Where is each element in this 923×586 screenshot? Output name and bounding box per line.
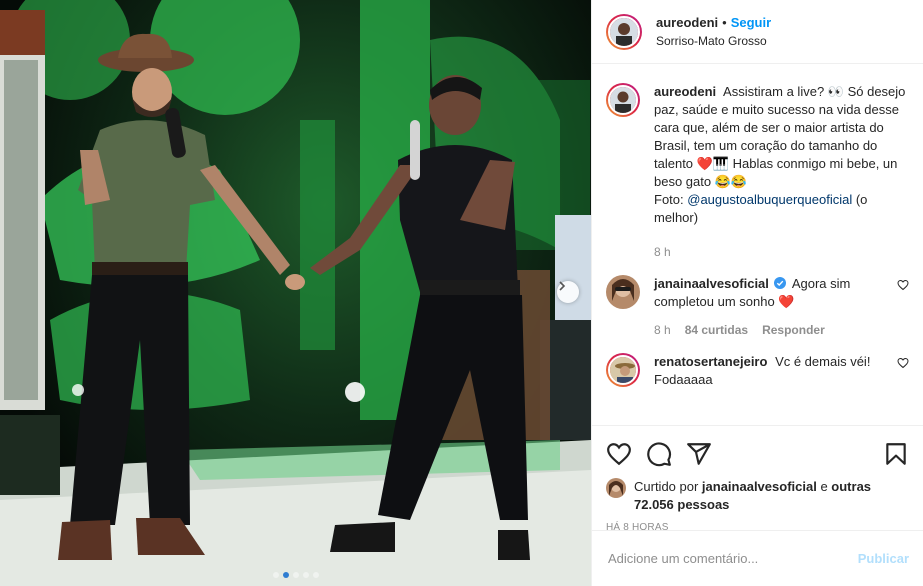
likes-middle: e [816, 479, 832, 494]
liker-avatar[interactable] [606, 478, 626, 498]
comment-likes[interactable]: 84 curtidas [685, 321, 748, 339]
reply-button[interactable]: Responder [762, 321, 825, 339]
caption-avatar[interactable] [606, 83, 640, 117]
verified-badge-icon [773, 277, 786, 289]
carousel-dot [312, 572, 319, 578]
chevron-right-icon [559, 281, 566, 291]
like-heart-icon[interactable] [606, 441, 632, 467]
caption-text: Assistiram a live? 👀 Só desejo paz, saúd… [654, 84, 906, 189]
caption-username[interactable]: aureodeni [654, 84, 716, 99]
comment-like-heart-icon[interactable] [897, 357, 909, 369]
caption-mention-link[interactable]: @augustoalbuquerqueoficial [687, 192, 852, 207]
comment-username[interactable]: renatosertanejeiro [654, 354, 767, 369]
post-actions: Curtido por janainaalvesoficial e outras… [592, 425, 923, 533]
share-paper-plane-icon[interactable] [686, 441, 712, 467]
header-separator: • [722, 14, 727, 30]
comment-avatar[interactable] [606, 353, 640, 387]
carousel-dots [0, 572, 591, 578]
comment-avatar-image [606, 275, 640, 309]
publish-button[interactable]: Publicar [858, 551, 909, 566]
comment-bubble-icon[interactable] [646, 441, 672, 467]
post-location[interactable]: Sorriso-Mato Grosso [656, 32, 771, 50]
comments-list[interactable]: aureodeni Assistiram a live? 👀 Só desejo… [592, 65, 923, 425]
author-avatar-image [610, 17, 638, 46]
post-panel: aureodeni • Seguir Sorriso-Mato Grosso aur… [591, 0, 923, 586]
comment-like-heart-icon[interactable] [897, 279, 909, 291]
likes-summary: Curtido por janainaalvesoficial e outras… [606, 478, 909, 514]
comment-item: renatosertanejeiro Vc é demais véi! Foda… [606, 353, 909, 389]
post-photo[interactable] [0, 0, 591, 586]
carousel-dot [292, 572, 299, 578]
carousel-next-button[interactable] [557, 281, 579, 303]
comment-username[interactable]: janainaalvesoficial [654, 276, 769, 291]
carousel-dot-active [282, 572, 289, 578]
likes-prefix: Curtido por [634, 479, 702, 494]
stage-illustration [0, 0, 591, 586]
likes-by-username[interactable]: janainaalvesoficial [702, 479, 817, 494]
carousel-dot [272, 572, 279, 578]
liker-avatar-image [606, 478, 626, 498]
author-avatar[interactable] [606, 13, 642, 50]
comment-input[interactable] [608, 551, 858, 566]
add-comment-bar: Publicar [592, 530, 923, 586]
caption-photo-credit: Foto: [654, 192, 688, 207]
caption: aureodeni Assistiram a live? 👀 Só desejo… [606, 83, 909, 261]
save-bookmark-icon[interactable] [883, 441, 909, 467]
comment-time[interactable]: 8 h [654, 321, 671, 339]
carousel-dot [302, 572, 309, 578]
comment-item: janainaalvesoficial Agora sim completou … [606, 275, 909, 339]
author-username[interactable]: aureodeni [656, 15, 718, 30]
comment-avatar-image [610, 357, 636, 383]
follow-button[interactable]: Seguir [731, 15, 771, 30]
comment-avatar[interactable] [606, 275, 640, 309]
action-bar [606, 434, 909, 474]
caption-time[interactable]: 8 h [654, 243, 671, 261]
caption-avatar-image [610, 87, 636, 113]
post-header: aureodeni • Seguir Sorriso-Mato Grosso [592, 0, 923, 64]
